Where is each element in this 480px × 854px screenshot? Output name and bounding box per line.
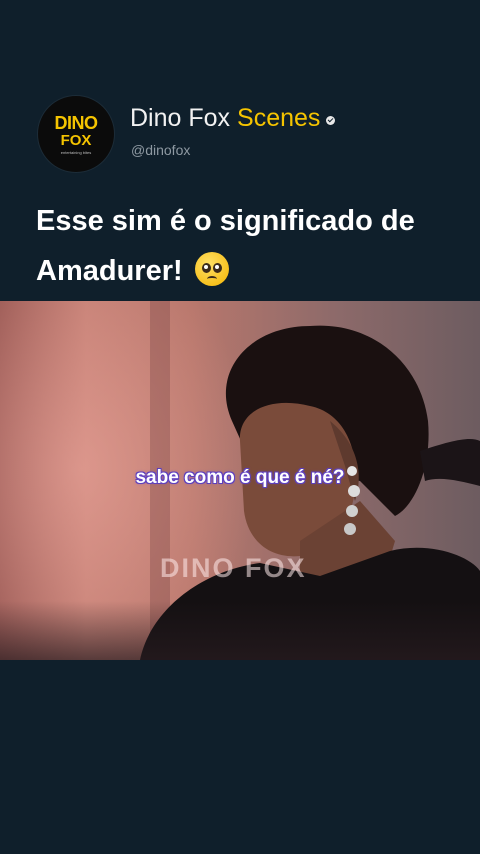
account-name-primary: Dino Fox bbox=[130, 104, 231, 132]
video-subtitle: sabe como é que é né? bbox=[135, 467, 345, 488]
account-name[interactable]: Dino Fox Scenes bbox=[130, 104, 336, 133]
verified-badge-icon bbox=[326, 116, 336, 125]
pleading-face-emoji-icon bbox=[194, 252, 229, 286]
video-floor-shade bbox=[0, 601, 480, 660]
avatar[interactable]: DINO FOX entertaining bites bbox=[38, 96, 114, 172]
logo-tagline: entertaining bites bbox=[60, 149, 92, 155]
logo-text-dino: DINO bbox=[54, 112, 99, 133]
logo-text-fox: FOX bbox=[60, 131, 92, 149]
account-name-accent: Scenes bbox=[237, 104, 321, 132]
account-handle[interactable]: @dinofox bbox=[131, 142, 190, 158]
video-watermark: DINO FOX bbox=[160, 553, 307, 583]
video-player[interactable]: sabe como é que é né? DINO FOX bbox=[0, 301, 480, 660]
post-caption: Esse sim é o significado de Amadurer! bbox=[36, 196, 466, 296]
post-header: DINO FOX entertaining bites Dino Fox Sce… bbox=[0, 0, 480, 300]
